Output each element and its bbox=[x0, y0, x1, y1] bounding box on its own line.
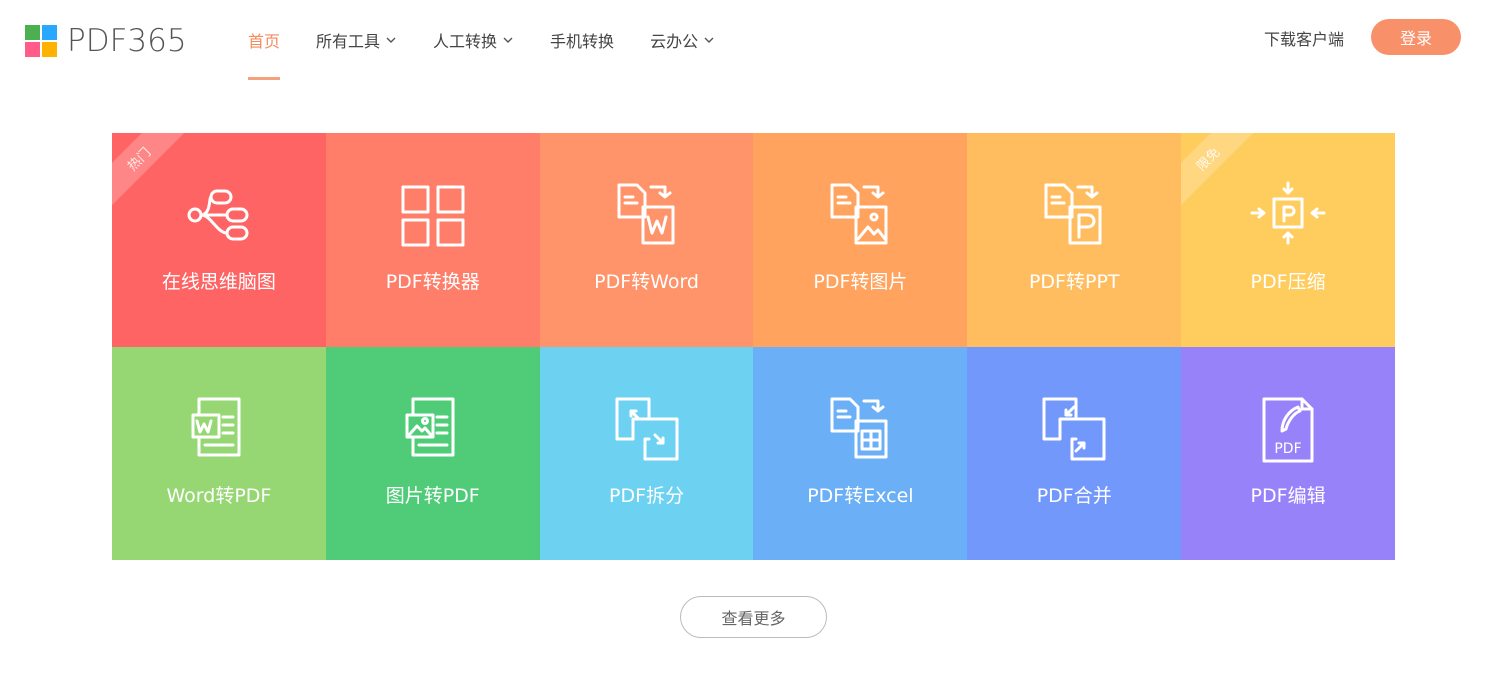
tool-tile[interactable]: PDF拆分 bbox=[539, 346, 754, 560]
tool-tile[interactable]: 限免 PDF压缩 bbox=[1181, 133, 1395, 347]
chevron-down-icon bbox=[503, 37, 513, 43]
tool-tile[interactable]: PDF转换器 bbox=[325, 133, 540, 347]
tool-tile[interactable]: PDF转PPT bbox=[967, 133, 1182, 347]
tile-label: PDF转换器 bbox=[385, 271, 480, 293]
tile-label: PDF转图片 bbox=[813, 271, 908, 293]
logo-text: PDF365 bbox=[67, 23, 187, 59]
nav-item-home[interactable]: 首页 bbox=[248, 0, 281, 80]
tool-grid: 热门在线思维脑图 PDF转换器 PDF转Word PDF转图片 PDF转PPT 限免 PDF… bbox=[112, 133, 1395, 560]
grid-icon bbox=[395, 181, 471, 249]
tile-label: 在线思维脑图 bbox=[161, 271, 276, 293]
word-to-pdf-icon bbox=[181, 395, 257, 463]
chevron-down-icon bbox=[704, 37, 714, 43]
nav-item-label: 人工转换 bbox=[433, 32, 498, 51]
pdf-to-image-icon bbox=[822, 181, 898, 249]
tile-label: PDF合并 bbox=[1036, 484, 1112, 507]
nav-item-cloud-office[interactable]: 云办公 bbox=[650, 0, 715, 80]
pdf-edit-icon: PDF bbox=[1250, 395, 1326, 463]
pdf-to-excel-icon bbox=[822, 395, 898, 463]
merge-icon bbox=[1036, 395, 1112, 463]
nav-item-manual-convert[interactable]: 人工转换 bbox=[433, 0, 514, 80]
login-button[interactable]: 登录 bbox=[1371, 19, 1461, 55]
download-client-link[interactable]: 下载客户端 bbox=[1264, 26, 1344, 50]
tile-ribbon-badge: 限免 bbox=[1181, 133, 1261, 212]
nav-item-label: 首页 bbox=[248, 32, 281, 51]
split-icon bbox=[609, 395, 685, 463]
logo-square bbox=[25, 25, 40, 40]
header: PDF365 首页 所有工具 人工转换 手机转换 云办公 下载客户端 登录 bbox=[0, 0, 1500, 80]
tool-tile[interactable]: PDF合并 bbox=[967, 346, 1182, 560]
svg-text:PDF: PDF bbox=[1274, 441, 1301, 457]
tile-label: PDF拆分 bbox=[609, 484, 685, 507]
chevron-down-icon bbox=[386, 37, 396, 43]
pdf-to-word-icon bbox=[609, 181, 685, 249]
tile-label: PDF压缩 bbox=[1250, 271, 1326, 293]
tile-label: PDF转PPT bbox=[1028, 271, 1120, 293]
tile-ribbon-badge: 热门 bbox=[112, 133, 192, 212]
nav-item-label: 所有工具 bbox=[316, 32, 381, 51]
image-to-pdf-icon bbox=[395, 395, 471, 463]
tool-tile[interactable]: PDF转Word bbox=[539, 133, 754, 347]
tool-tile[interactable]: 图片转PDF bbox=[325, 346, 540, 560]
tile-label: PDF转Word bbox=[594, 271, 699, 293]
tool-tile[interactable]: PDF转Excel bbox=[753, 346, 968, 560]
tool-tile[interactable]: Word转PDF bbox=[112, 346, 326, 560]
logo-icon bbox=[25, 25, 57, 57]
tile-label: 图片转PDF bbox=[385, 484, 480, 507]
nav-item-all-tools[interactable]: 所有工具 bbox=[316, 0, 397, 80]
pdf-to-ppt-icon bbox=[1036, 181, 1112, 249]
nav-item-label: 云办公 bbox=[650, 32, 699, 51]
logo-square bbox=[25, 42, 40, 57]
tool-tile[interactable]: 热门在线思维脑图 bbox=[112, 133, 326, 347]
nav-item-mobile-convert[interactable]: 手机转换 bbox=[550, 0, 614, 80]
logo-square bbox=[42, 42, 57, 57]
tile-label: Word转PDF bbox=[166, 484, 272, 507]
logo[interactable]: PDF365 bbox=[25, 23, 187, 59]
tile-label: PDF编辑 bbox=[1250, 484, 1326, 507]
tool-tile[interactable]: PDF PDF编辑 bbox=[1181, 346, 1395, 560]
mindmap-icon bbox=[181, 181, 257, 249]
main-nav: 首页 所有工具 人工转换 手机转换 云办公 bbox=[248, 0, 751, 80]
tool-tile[interactable]: PDF转图片 bbox=[753, 133, 968, 347]
compress-icon bbox=[1250, 181, 1326, 249]
view-more-button[interactable]: 查看更多 bbox=[680, 596, 827, 638]
tile-label: PDF转Excel bbox=[807, 484, 914, 507]
nav-item-label: 手机转换 bbox=[550, 32, 615, 51]
logo-square bbox=[42, 25, 57, 40]
